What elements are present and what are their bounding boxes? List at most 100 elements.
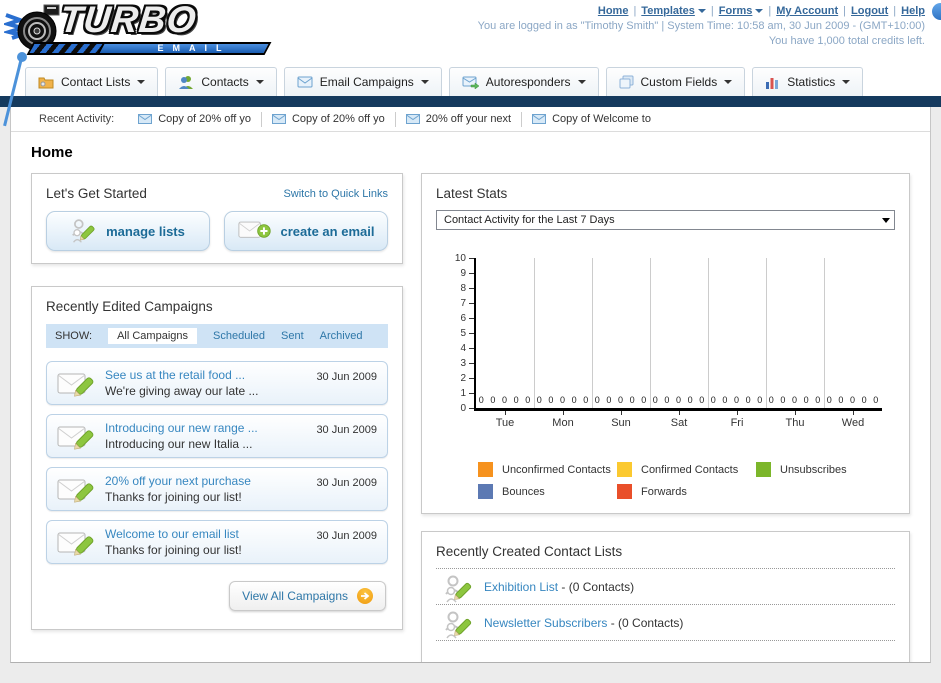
tab-email-campaigns[interactable]: Email Campaigns xyxy=(283,67,442,96)
campaign-title-link[interactable]: 20% off your next purchase xyxy=(105,474,297,488)
help-bubble-icon[interactable] xyxy=(932,3,941,20)
y-axis-tick-label: 1 xyxy=(460,388,466,399)
x-axis-tick xyxy=(853,411,854,415)
contact-activity-chart: 0 1 2 3 4 5 6 7 8 9 10 Tue 0 0 0 0 0 Mon 0 0 0 0 0 Sun 0 0 0 0 0 Sat 0… xyxy=(440,250,895,450)
x-axis-line xyxy=(474,408,882,411)
x-axis-label: Fri xyxy=(730,417,744,429)
folder-icon xyxy=(38,77,54,89)
data-value-label: 0 xyxy=(478,395,484,405)
page-container: Recent Activity: Copy of 20% off yo Copy… xyxy=(10,107,931,663)
bar-chart-icon xyxy=(766,77,779,89)
chart-gridline xyxy=(592,258,593,408)
chart-legend: Unconfirmed Contacts Confirmed Contacts Un… xyxy=(478,462,895,499)
stats-period-select[interactable]: Contact Activity for the Last 7 Days xyxy=(436,210,895,230)
header-link-help[interactable]: Help xyxy=(901,5,925,17)
filter-all-campaigns[interactable]: All Campaigns xyxy=(108,328,197,344)
x-axis-label: Tue xyxy=(495,417,515,429)
contact-list-link[interactable]: Newsletter Subscribers xyxy=(484,616,607,630)
recently-created-contact-lists-panel: Recently Created Contact Lists Exhibitio… xyxy=(421,531,910,662)
chevron-down-icon xyxy=(842,80,851,84)
campaign-subtitle: Introducing our new Italia ... xyxy=(105,437,253,451)
header-link-home[interactable]: Home xyxy=(598,5,629,17)
person-pencil-icon xyxy=(445,611,472,639)
chevron-down-icon xyxy=(755,9,764,14)
x-axis-tick xyxy=(505,411,506,415)
tab-contacts[interactable]: Contacts xyxy=(165,67,277,96)
y-axis-tick-label: 8 xyxy=(460,283,466,294)
y-axis-tick-label: 7 xyxy=(460,298,466,309)
campaign-row[interactable]: Welcome to our email list Thanks for joi… xyxy=(46,520,388,564)
data-value-label: 0 xyxy=(583,395,589,405)
envelope-icon xyxy=(297,76,313,88)
campaign-row[interactable]: 20% off your next purchase Thanks for jo… xyxy=(46,467,388,511)
contact-list-link[interactable]: Exhibition List xyxy=(484,580,558,594)
data-value-label: 0 xyxy=(710,395,716,405)
data-value-label: 0 xyxy=(560,395,566,405)
get-started-panel: Let's Get Started Switch to Quick Links xyxy=(31,173,403,264)
envelope-pencil-icon xyxy=(57,532,94,556)
data-value-label: 0 xyxy=(652,395,658,405)
latest-stats-panel: Latest Stats Contact Activity for the La… xyxy=(421,173,910,514)
header-link-logout[interactable]: Logout xyxy=(851,5,888,17)
data-value-label: 0 xyxy=(513,395,519,405)
recent-activity-item[interactable]: 20% off your next xyxy=(396,111,523,127)
contact-list-row[interactable]: Exhibition List - (0 Contacts) xyxy=(436,569,895,605)
campaign-row[interactable]: See us at the retail food ... We're givi… xyxy=(46,361,388,405)
main-navigation: Contact Lists Contacts Email Campaigns A… xyxy=(0,61,941,96)
recent-activity-item[interactable]: Copy of Welcome to xyxy=(522,112,661,127)
legend-item: Unsubscribes xyxy=(756,462,895,477)
envelope-pencil-icon xyxy=(57,426,94,450)
header-link-templates[interactable]: Templates xyxy=(641,5,695,17)
header-link-forms[interactable]: Forms xyxy=(719,5,753,17)
data-value-label: 0 xyxy=(815,395,821,405)
recent-activity-item[interactable]: Copy of 20% off yo xyxy=(262,111,396,127)
view-all-campaigns-button[interactable]: View All Campaigns xyxy=(229,581,386,611)
tab-contact-lists[interactable]: Contact Lists xyxy=(25,67,159,96)
recent-activity-item[interactable]: Copy of 20% off yo xyxy=(128,111,262,127)
chart-gridline xyxy=(766,258,767,408)
data-value-label: 0 xyxy=(873,395,879,405)
data-value-label: 0 xyxy=(861,395,867,405)
campaign-subtitle: We're giving away our late ... xyxy=(105,384,259,398)
filter-scheduled[interactable]: Scheduled xyxy=(213,330,265,342)
manage-lists-button[interactable]: manage lists xyxy=(46,211,210,251)
data-value-label: 0 xyxy=(780,395,786,405)
filter-sent[interactable]: Sent xyxy=(281,330,304,342)
y-axis-tick-label: 10 xyxy=(454,253,466,264)
recent-activity-bar: Recent Activity: Copy of 20% off yo Copy… xyxy=(11,107,930,132)
filter-archived[interactable]: Archived xyxy=(320,330,363,342)
header-link-my-account[interactable]: My Account xyxy=(776,5,838,17)
tab-autoresponders[interactable]: Autoresponders xyxy=(448,67,599,96)
campaign-date: 30 Jun 2009 xyxy=(316,371,377,383)
legend-item: Unconfirmed Contacts xyxy=(478,462,617,477)
x-axis-tick xyxy=(563,411,564,415)
envelope-arrow-icon xyxy=(462,76,479,89)
chevron-down-icon xyxy=(577,80,586,84)
latest-stats-title: Latest Stats xyxy=(436,186,508,201)
campaign-row[interactable]: Introducing our new range ... Introducin… xyxy=(46,414,388,458)
data-value-label: 0 xyxy=(536,395,542,405)
campaign-title-link[interactable]: Introducing our new range ... xyxy=(105,421,297,435)
y-axis-tick-label: 4 xyxy=(460,343,466,354)
campaign-subtitle: Thanks for joining our list! xyxy=(105,543,242,557)
switch-quick-links-link[interactable]: Switch to Quick Links xyxy=(283,188,388,200)
envelope-icon xyxy=(271,114,286,124)
create-email-button[interactable]: create an email xyxy=(224,211,388,251)
data-value-label: 0 xyxy=(629,395,635,405)
campaign-title-link[interactable]: Welcome to our email list xyxy=(105,527,297,541)
top-header: TURBO EMAIL Home | Templates | Forms | My Acco… xyxy=(0,0,941,127)
tab-statistics[interactable]: Statistics xyxy=(752,67,864,96)
turbo-email-logo: TURBO EMAIL xyxy=(4,0,276,59)
campaign-title-link[interactable]: See us at the retail food ... xyxy=(105,368,297,382)
chevron-down-icon xyxy=(420,80,429,84)
x-axis-label: Sun xyxy=(611,417,631,429)
person-pencil-icon xyxy=(445,575,472,603)
tab-custom-fields[interactable]: Custom Fields xyxy=(605,67,746,96)
footer-space xyxy=(0,663,941,682)
contact-list-count: (0 Contacts) xyxy=(618,616,684,630)
recently-edited-campaigns-panel: Recently Edited Campaigns SHOW: All Camp… xyxy=(31,286,403,630)
contact-list-row[interactable]: Newsletter Subscribers - (0 Contacts) xyxy=(436,605,895,641)
y-axis-tick-label: 6 xyxy=(460,313,466,324)
logo-title: TURBO xyxy=(57,0,199,40)
data-value-label: 0 xyxy=(838,395,844,405)
